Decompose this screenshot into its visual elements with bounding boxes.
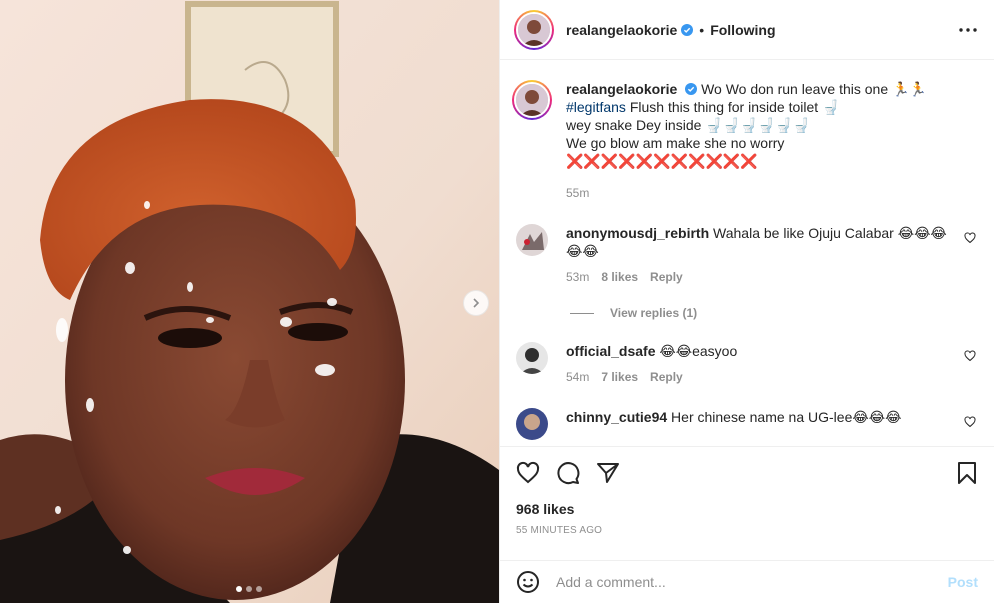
caption-username[interactable]: realangelaokorie [566,81,677,97]
view-replies-button[interactable]: View replies (1) [570,306,978,320]
caption-avatar[interactable] [512,80,552,120]
commenter-avatar[interactable] [516,224,548,256]
comment-username[interactable]: anonymousdj_rebirth [566,225,709,241]
comment-time[interactable]: 54m [566,368,589,386]
post-comment-button[interactable]: Post [948,574,978,590]
more-icon [959,27,977,32]
post-timestamp: 55 MINUTES AGO [516,525,603,536]
reply-button[interactable]: Reply [650,368,683,386]
carousel-dot [246,586,252,592]
caption-line: We go blow am make she no worry [566,135,785,151]
comment-item: chinny_cutie94 Her chinese name na UG-le… [516,408,978,440]
caption-line: Flush this thing for inside toilet 🚽 [629,99,840,115]
commenter-avatar[interactable] [516,342,548,374]
post-media[interactable] [0,0,499,603]
verified-badge-icon [685,83,698,95]
post-photo [0,0,499,603]
carousel-dot [256,586,262,592]
comments-list[interactable]: realangelaokorie Wo Wo don run leave thi… [500,60,994,446]
hashtag-link[interactable]: #legitfans [566,99,626,115]
reply-button[interactable]: Reply [650,268,683,286]
like-comment-icon[interactable] [964,350,976,362]
post-actions: 968 likes 55 MINUTES AGO [500,446,994,536]
share-icon[interactable] [596,461,620,485]
view-replies-label: View replies (1) [610,306,698,320]
comment-item: official_dsafe 😂😂easyoo 54m 7 likes Repl… [516,342,978,386]
caption-line: Wo Wo don run leave this one 🏃🏃 [701,81,927,97]
chevron-right-icon [473,298,480,308]
verified-badge-icon [681,23,694,36]
caption-time[interactable]: 55m [566,184,589,202]
like-comment-icon[interactable] [964,232,976,244]
more-options-button[interactable] [956,18,980,42]
comment-likes[interactable]: 8 likes [601,268,638,286]
post-panel: realangelaokorie • Following realangelao… [499,0,994,603]
comment-icon[interactable] [556,461,580,485]
like-icon[interactable] [516,461,540,485]
comment-input[interactable]: Add a comment... [556,574,948,590]
like-comment-icon[interactable] [964,416,976,428]
comment-text: Her chinese name na UG-lee😂😂😂 [671,409,902,425]
caption: realangelaokorie Wo Wo don run leave thi… [512,80,978,202]
comment-username[interactable]: chinny_cutie94 [566,409,667,425]
likes-count[interactable]: 968 likes [516,501,978,517]
caption-line: ❌❌❌❌❌❌❌❌❌❌❌ [566,153,758,169]
emoji-icon[interactable] [516,570,540,594]
comment-username[interactable]: official_dsafe [566,343,655,359]
comment-time[interactable]: 53m [566,268,589,286]
next-image-button[interactable] [463,290,489,316]
add-comment-bar: Add a comment... Post [500,560,994,603]
caption-line: wey snake Dey inside 🚽🚽🚽🚽🚽🚽 [566,117,810,133]
author-username[interactable]: realangelaokorie [566,22,677,38]
author-avatar[interactable] [514,9,554,50]
carousel-indicator [236,586,262,592]
commenter-avatar[interactable] [516,408,548,440]
comment-item: anonymousdj_rebirth Wahala be like Ojuju… [516,224,978,286]
post-header: realangelaokorie • Following [500,0,994,60]
bookmark-icon[interactable] [956,461,978,485]
carousel-dot [236,586,242,592]
comment-likes[interactable]: 7 likes [601,368,638,386]
header-separator: • [699,21,705,38]
comment-text: 😂😂easyoo [659,343,738,359]
following-button[interactable]: Following [710,22,775,38]
